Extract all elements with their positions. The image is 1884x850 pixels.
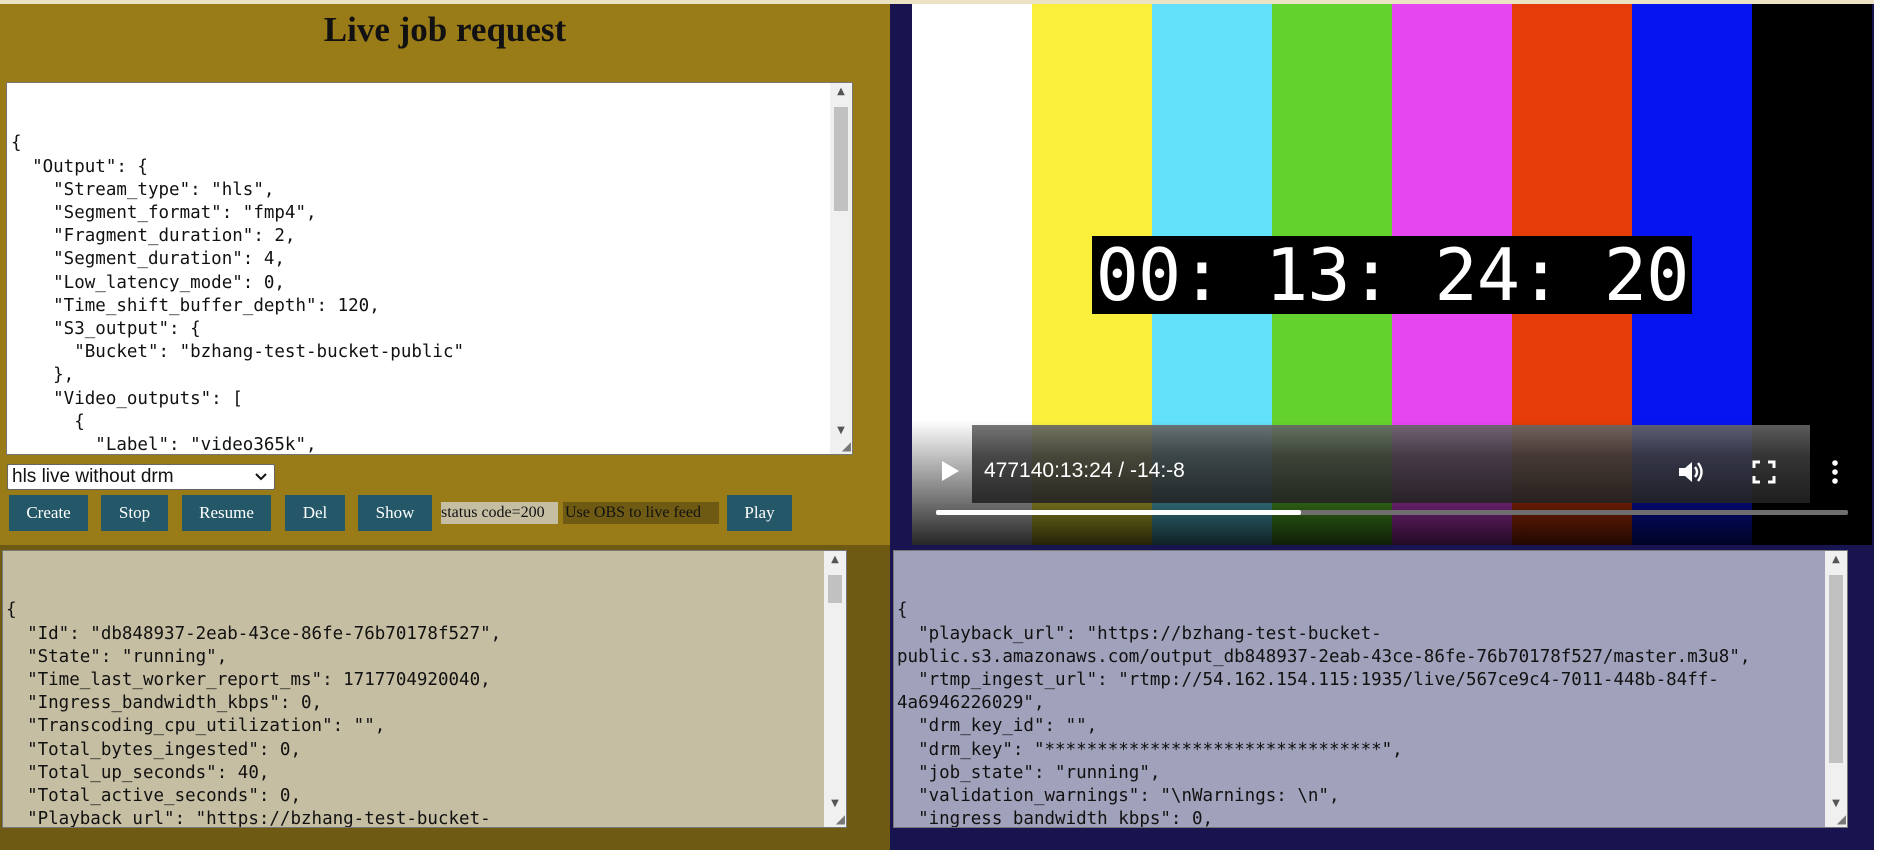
scroll-thumb[interactable]: [834, 107, 848, 211]
scroll-down-icon[interactable]: ▼: [830, 422, 852, 440]
request-json-editor[interactable]: { "Output": { "Stream_type": "hls", "Seg…: [6, 82, 853, 455]
video-time-display: 477140:13:24 / -14:-8: [984, 459, 1185, 482]
page-margin: [1874, 0, 1884, 850]
resize-handle-icon[interactable]: ◢: [1832, 812, 1846, 826]
more-options-icon[interactable]: [1830, 458, 1840, 486]
job-scrollbar[interactable]: ▲ ▼: [824, 551, 846, 827]
scroll-thumb[interactable]: [1829, 575, 1843, 763]
job-status-json[interactable]: { "Id": "db848937-2eab-43ce-86fe-76b7017…: [2, 550, 847, 828]
stop-button[interactable]: Stop: [101, 495, 168, 531]
resize-handle-icon[interactable]: ◢: [837, 439, 851, 453]
show-button[interactable]: Show: [358, 495, 432, 531]
scroll-down-icon[interactable]: ▼: [824, 795, 846, 813]
job-status-text: { "Id": "db848937-2eab-43ce-86fe-76b7017…: [6, 600, 502, 828]
output-scrollbar[interactable]: ▲ ▼: [1825, 551, 1847, 827]
create-button[interactable]: Create: [9, 495, 88, 531]
play-button[interactable]: Play: [727, 495, 792, 531]
preset-select-value: hls live without drm: [12, 466, 174, 487]
video-progress-fill: [936, 510, 1301, 515]
volume-icon[interactable]: [1676, 458, 1706, 486]
request-scrollbar[interactable]: ▲ ▼: [830, 83, 852, 454]
scroll-down-icon[interactable]: ▼: [1825, 795, 1847, 813]
fullscreen-icon[interactable]: [1752, 460, 1776, 484]
status-code-badge: status code=200: [441, 502, 558, 524]
resize-handle-icon[interactable]: ◢: [831, 812, 845, 826]
chevron-down-icon: [254, 467, 268, 494]
video-timecode: 00: 13: 24: 20: [1092, 236, 1692, 314]
scroll-up-icon[interactable]: ▲: [830, 83, 852, 101]
obs-hint-label: Use OBS to live feed: [563, 502, 719, 524]
resume-button[interactable]: Resume: [182, 495, 271, 531]
scroll-up-icon[interactable]: ▲: [824, 551, 846, 569]
scroll-up-icon[interactable]: ▲: [1825, 551, 1847, 569]
request-json-text: { "Output": { "Stream_type": "hls", "Seg…: [11, 133, 465, 455]
output-json[interactable]: { "playback_url": "https://bzhang-test-b…: [893, 550, 1848, 828]
preset-select[interactable]: hls live without drm: [7, 464, 275, 490]
del-button[interactable]: Del: [285, 495, 345, 531]
play-icon[interactable]: [938, 458, 962, 484]
output-text: { "playback_url": "https://bzhang-test-b…: [897, 600, 1751, 828]
page-title: Live job request: [323, 10, 567, 49]
scroll-thumb[interactable]: [828, 575, 842, 603]
